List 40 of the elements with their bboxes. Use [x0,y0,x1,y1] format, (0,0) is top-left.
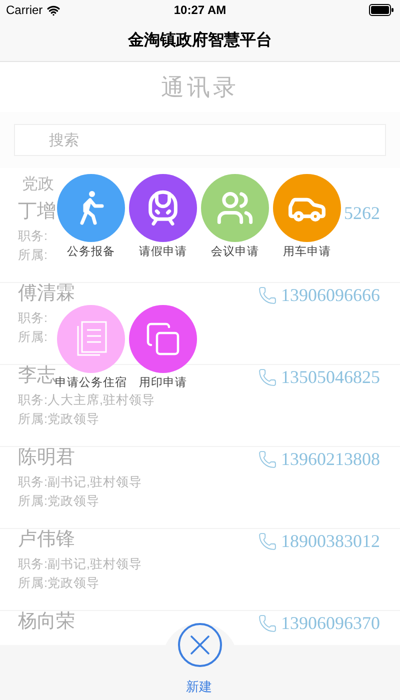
clock-time: 10:27 AM [174,2,226,19]
wifi-icon [46,4,60,16]
contact-department: 所属:党政领导 [18,575,100,592]
contact-name: 陈明君 [18,447,75,469]
contact-position: 职务:副书记,驻村领导 [18,556,142,573]
contact-name: 卢伟锋 [18,529,75,551]
tab-label[interactable]: 新建 [186,679,212,695]
people-icon [216,189,254,227]
menu-item[interactable]: 会议申请 [201,174,269,259]
contact-name: 丁增 [18,201,56,223]
phone-number[interactable]: 18900383012 [281,530,380,552]
page-title: 通讯录 [161,72,239,102]
menu-item[interactable]: 用印申请 [129,305,197,390]
contact-department: 所属: [18,329,48,346]
contact-name: 傅清霖 [18,283,75,305]
search-field[interactable]: 搜索 [14,124,386,156]
phone-number[interactable]: 13906096370 [281,612,380,634]
contact-name: 杨向荣 [18,611,75,633]
contact-position: 职务:人大主席,驻村领导 [18,392,155,409]
menu-item[interactable]: 申请公务住宿 [55,305,127,390]
menu-item[interactable]: 用车申请 [273,174,341,259]
copy-icon [145,321,181,357]
close-button[interactable] [178,623,222,667]
contact-name: 李志 [18,365,56,386]
contact-position: 职务: [18,310,48,327]
contact-department: 所属:党政领导 [18,493,100,510]
battery-icon [369,4,394,16]
phone-number[interactable]: 13505046825 [281,366,380,388]
phone-number[interactable]: 5262 [344,202,380,224]
contact-department: 所属:党政领导 [18,411,100,428]
contact-position: 职务: [18,228,48,245]
menu-item[interactable]: 请假申请 [129,174,197,259]
phone-number[interactable]: 13906096666 [281,284,380,306]
carrier-label: Carrier [6,2,43,19]
phone-number[interactable]: 13960213808 [281,448,380,470]
section-header: 党政 [22,174,54,194]
contact-position: 职务:副书记,驻村领导 [18,474,142,491]
app-title: 金淘镇政府智慧平台 [128,30,272,50]
contact-department: 所属: [18,247,48,264]
menu-item[interactable]: 公务报备 [57,174,125,259]
